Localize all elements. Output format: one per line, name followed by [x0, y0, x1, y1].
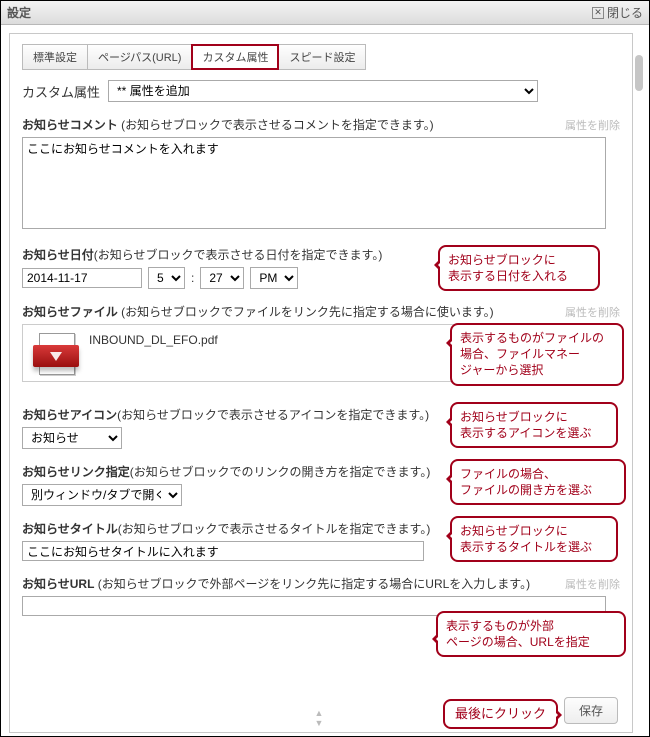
scrollbar-thumb[interactable]: [635, 55, 643, 91]
link-title: お知らせリンク指定: [22, 463, 130, 480]
file-name: INBOUND_DL_EFO.pdf: [89, 333, 218, 347]
callout-link: ファイルの場合、ファイルの開き方を選ぶ: [450, 459, 626, 505]
url-label-row: お知らせURL (お知らせブロックで外部ページをリンク先に指定する場合にURLを…: [22, 575, 620, 592]
date-title: お知らせ日付: [22, 246, 94, 263]
callout-date: お知らせブロックに表示する日付を入れる: [438, 245, 600, 291]
scroll-hint-icon: ▲▼: [315, 708, 328, 728]
callout-url: 表示するものが外部ページの場合、URLを指定: [436, 611, 626, 657]
callout-file: 表示するものがファイルの場合、ファイルマネージャーから選択: [450, 323, 624, 386]
section-icon: お知らせアイコン (お知らせブロックで表示させるアイコンを指定できます。) お知…: [22, 406, 620, 449]
section-date: お知らせ日付 (お知らせブロックで表示させる日付を指定できます。) 5 : 27…: [22, 246, 620, 289]
section-file: お知らせファイル (お知らせブロックでファイルをリンク先に指定する場合に使います…: [22, 303, 620, 382]
section-comment: お知らせコメント (お知らせブロックで表示させるコメントを指定できます。) 属性…: [22, 116, 620, 232]
icon-hint: (お知らせブロックで表示させるアイコンを指定できます。): [117, 406, 429, 423]
icon-title: お知らせアイコン: [22, 406, 117, 423]
date-hint: (お知らせブロックで表示させる日付を指定できます。): [94, 246, 383, 263]
close-icon: ✕: [592, 7, 604, 19]
titlebar: 設定 ✕ 閉じる: [1, 1, 649, 25]
tab-standard[interactable]: 標準設定: [22, 44, 88, 70]
tab-speed[interactable]: スピード設定: [278, 44, 366, 70]
section-title: お知らせタイトル (お知らせブロックで表示させるタイトルを指定できます。) お知…: [22, 520, 620, 561]
settings-window: 設定 ✕ 閉じる 標準設定 ページパス(URL) カスタム属性 スピード設定 カ…: [0, 0, 650, 737]
custom-attr-select[interactable]: ** 属性を追加: [108, 80, 538, 102]
icon-select[interactable]: お知らせ: [22, 427, 122, 449]
link-select[interactable]: 別ウィンドウ/タブで開く: [22, 484, 182, 506]
url-hint: (お知らせブロックで外部ページをリンク先に指定する場合にURLを入力します。): [94, 577, 530, 591]
delete-attr-comment[interactable]: 属性を削除: [565, 117, 620, 133]
date-controls: 5 : 27 PM お知らせブロックに表示する日付を入れる: [22, 267, 620, 289]
title-input[interactable]: [22, 541, 424, 561]
date-input[interactable]: [22, 268, 142, 288]
pdf-icon: [33, 331, 79, 377]
custom-attr-row: カスタム属性 ** 属性を追加: [22, 80, 620, 102]
callout-save: 最後にクリック: [443, 699, 558, 729]
tabs: 標準設定 ページパス(URL) カスタム属性 スピード設定: [22, 44, 620, 70]
hour-select[interactable]: 5: [148, 267, 185, 289]
link-hint: (お知らせブロックでのリンクの開き方を指定できます。): [130, 463, 431, 480]
scrollbar[interactable]: [635, 55, 643, 696]
save-button[interactable]: 保存: [564, 697, 618, 724]
ampm-select[interactable]: PM: [250, 267, 298, 289]
delete-attr-url[interactable]: 属性を削除: [565, 576, 620, 592]
minute-select[interactable]: 27: [200, 267, 244, 289]
comment-title: お知らせコメント: [22, 118, 118, 132]
settings-panel: 標準設定 ページパス(URL) カスタム属性 スピード設定 カスタム属性 ** …: [9, 33, 633, 733]
comment-label-row: お知らせコメント (お知らせブロックで表示させるコメントを指定できます。) 属性…: [22, 116, 620, 133]
comment-hint: (お知らせブロックで表示させるコメントを指定できます。): [118, 118, 434, 132]
tab-page-path[interactable]: ページパス(URL): [87, 44, 192, 70]
url-title: お知らせURL: [22, 577, 94, 591]
file-label-row: お知らせファイル (お知らせブロックでファイルをリンク先に指定する場合に使います…: [22, 303, 620, 320]
close-label: 閉じる: [607, 4, 643, 21]
window-title: 設定: [7, 4, 592, 21]
title-hint: (お知らせブロックで表示させるタイトルを指定できます。): [118, 520, 431, 537]
callout-save-text: 最後にクリック: [455, 706, 546, 721]
body-area: 標準設定 ページパス(URL) カスタム属性 スピード設定 カスタム属性 ** …: [1, 25, 649, 736]
callout-title: お知らせブロックに表示するタイトルを選ぶ: [450, 516, 618, 562]
close-button[interactable]: ✕ 閉じる: [592, 4, 643, 21]
time-separator: :: [191, 271, 194, 285]
delete-attr-file[interactable]: 属性を削除: [565, 304, 620, 320]
file-hint: (お知らせブロックでファイルをリンク先に指定する場合に使います。): [118, 305, 494, 319]
tab-custom-attr[interactable]: カスタム属性: [191, 44, 279, 70]
file-title: お知らせファイル: [22, 305, 118, 319]
title-title: お知らせタイトル: [22, 520, 118, 537]
section-url: お知らせURL (お知らせブロックで外部ページをリンク先に指定する場合にURLを…: [22, 575, 620, 616]
comment-textarea[interactable]: [22, 137, 606, 229]
callout-icon: お知らせブロックに表示するアイコンを選ぶ: [450, 402, 618, 448]
section-link: お知らせリンク指定 (お知らせブロックでのリンクの開き方を指定できます。) 別ウ…: [22, 463, 620, 506]
custom-attr-label: カスタム属性: [22, 82, 100, 101]
